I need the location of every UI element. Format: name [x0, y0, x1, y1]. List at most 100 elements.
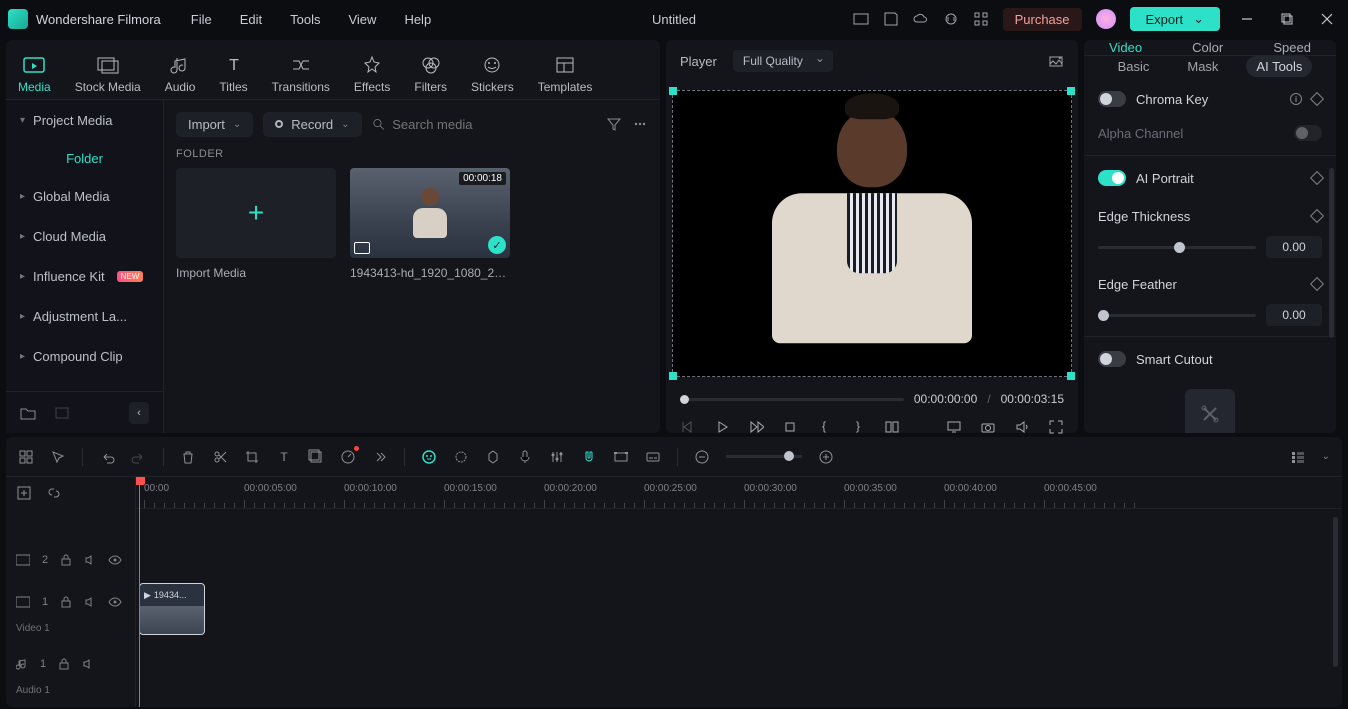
alpha-channel-toggle[interactable]	[1294, 125, 1322, 141]
menu-view[interactable]: View	[348, 12, 376, 27]
stop-button[interactable]	[782, 419, 798, 435]
tab-audio[interactable]: Audio	[165, 54, 196, 94]
maximize-button[interactable]	[1280, 12, 1294, 26]
playhead[interactable]	[139, 477, 140, 707]
split-button[interactable]	[212, 449, 228, 465]
visibility-icon[interactable]	[108, 597, 122, 607]
window-mode-icon[interactable]	[853, 11, 869, 27]
subtab-ai-tools[interactable]: AI Tools	[1246, 56, 1312, 77]
mute-icon[interactable]	[84, 554, 96, 566]
display-settings-button[interactable]	[946, 419, 962, 435]
tab-transitions[interactable]: Transitions	[272, 54, 330, 94]
progress-bar[interactable]	[680, 398, 904, 401]
subtab-mask[interactable]: Mask	[1177, 56, 1228, 77]
chevron-down-icon[interactable]: ⌄	[1322, 451, 1330, 462]
link-button[interactable]	[46, 485, 62, 501]
tab-titles[interactable]: TTitles	[219, 54, 247, 94]
color-button[interactable]	[453, 449, 469, 465]
camera-button[interactable]	[980, 419, 996, 435]
minimize-button[interactable]	[1240, 12, 1254, 26]
smart-cutout-toggle[interactable]	[1098, 351, 1126, 367]
visibility-icon[interactable]	[108, 555, 122, 565]
sidebar-item-influence-kit[interactable]: ▸Influence KitNEW	[6, 256, 163, 296]
select-tool[interactable]	[50, 449, 66, 465]
render-button[interactable]	[613, 449, 629, 465]
preview-viewport[interactable]	[672, 90, 1072, 377]
track-row-b2[interactable]	[136, 539, 1342, 581]
layout-icon[interactable]	[18, 449, 34, 465]
zoom-slider[interactable]	[726, 455, 802, 458]
ai-button[interactable]	[421, 449, 437, 465]
track-row-a1[interactable]	[136, 637, 1342, 679]
sidebar-item-adjustment-layer[interactable]: ▸Adjustment La...	[6, 296, 163, 336]
menu-edit[interactable]: Edit	[240, 12, 262, 27]
search-input[interactable]	[392, 117, 596, 132]
sidebar-collapse-button[interactable]: ‹	[129, 402, 149, 424]
tab-media[interactable]: Media	[18, 54, 51, 94]
scrollbar[interactable]	[1329, 168, 1334, 338]
lock-icon[interactable]	[60, 596, 72, 608]
ai-portrait-toggle[interactable]	[1098, 170, 1126, 186]
audio-mixer-button[interactable]	[549, 449, 565, 465]
sidebar-item-cloud-media[interactable]: ▸Cloud Media	[6, 216, 163, 256]
more-tools-button[interactable]	[372, 449, 388, 465]
info-icon[interactable]: i	[1290, 93, 1302, 105]
voiceover-button[interactable]	[517, 449, 533, 465]
import-button[interactable]: Import⌄	[176, 112, 253, 137]
quality-dropdown[interactable]: Full Quality	[733, 50, 833, 72]
subtitle-button[interactable]	[645, 449, 661, 465]
play-button[interactable]	[714, 419, 730, 435]
play-forward-button[interactable]	[748, 419, 764, 435]
export-button[interactable]: Export⌄	[1130, 7, 1220, 31]
magnet-button[interactable]	[581, 449, 597, 465]
undo-button[interactable]	[99, 449, 115, 465]
tab-stock-media[interactable]: Stock Media	[75, 54, 141, 94]
inspector-tab-color[interactable]: Color	[1192, 40, 1223, 55]
marker-button[interactable]	[485, 449, 501, 465]
keyframe-diamond[interactable]	[1310, 209, 1324, 223]
filter-icon[interactable]	[606, 116, 622, 132]
fullscreen-button[interactable]	[1048, 419, 1064, 435]
tab-effects[interactable]: Effects	[354, 54, 390, 94]
edge-feather-slider[interactable]	[1098, 314, 1256, 317]
track-row-b1[interactable]: ▶19434...	[136, 581, 1342, 637]
import-media-tile[interactable]: + Import Media	[176, 168, 336, 280]
edge-thickness-slider[interactable]	[1098, 246, 1256, 249]
inspector-tab-video[interactable]: Video	[1109, 40, 1142, 55]
tab-stickers[interactable]: Stickers	[471, 54, 514, 94]
chroma-key-toggle[interactable]	[1098, 91, 1126, 107]
timeline-ruler[interactable]: 00:0000:00:05:0000:00:10:0000:00:15:0000…	[136, 477, 1342, 509]
track-header-b2[interactable]: 2	[6, 539, 135, 581]
sidebar-item-compound-clip[interactable]: ▸Compound Clip	[6, 336, 163, 376]
tab-filters[interactable]: Filters	[414, 54, 447, 94]
sidebar-sub-folder[interactable]: Folder	[6, 140, 163, 176]
cloud-icon[interactable]	[913, 11, 929, 27]
transform-handle[interactable]	[669, 372, 677, 380]
smart-cutout-button[interactable]	[1185, 389, 1235, 433]
menu-help[interactable]: Help	[404, 12, 431, 27]
more-icon[interactable]	[632, 116, 648, 132]
volume-button[interactable]	[1014, 419, 1030, 435]
tab-templates[interactable]: Templates	[538, 54, 593, 94]
zoom-out-button[interactable]	[694, 449, 710, 465]
speed-button[interactable]	[340, 449, 356, 465]
lock-icon[interactable]	[58, 658, 70, 670]
mark-in-button[interactable]: {	[816, 419, 832, 435]
sidebar-item-global-media[interactable]: ▸Global Media	[6, 176, 163, 216]
snapshot-icon[interactable]	[1048, 53, 1064, 69]
crop-button[interactable]	[244, 449, 260, 465]
transform-handle[interactable]	[1067, 87, 1075, 95]
mute-icon[interactable]	[82, 658, 94, 670]
keyframe-diamond[interactable]	[1310, 171, 1324, 185]
sidebar-item-project-media[interactable]: ▾Project Media	[6, 100, 163, 140]
profile-button[interactable]	[1096, 9, 1116, 29]
menu-file[interactable]: File	[191, 12, 212, 27]
track-header-b1[interactable]: 1	[6, 581, 135, 623]
edge-thickness-value[interactable]: 0.00	[1266, 236, 1322, 258]
record-button[interactable]: Record⌄	[263, 112, 361, 137]
track-add-button[interactable]	[16, 485, 32, 501]
subtab-basic[interactable]: Basic	[1108, 56, 1160, 77]
new-folder-icon[interactable]	[20, 405, 36, 421]
timeline-clip[interactable]: ▶19434...	[139, 583, 205, 635]
zoom-in-button[interactable]	[818, 449, 834, 465]
